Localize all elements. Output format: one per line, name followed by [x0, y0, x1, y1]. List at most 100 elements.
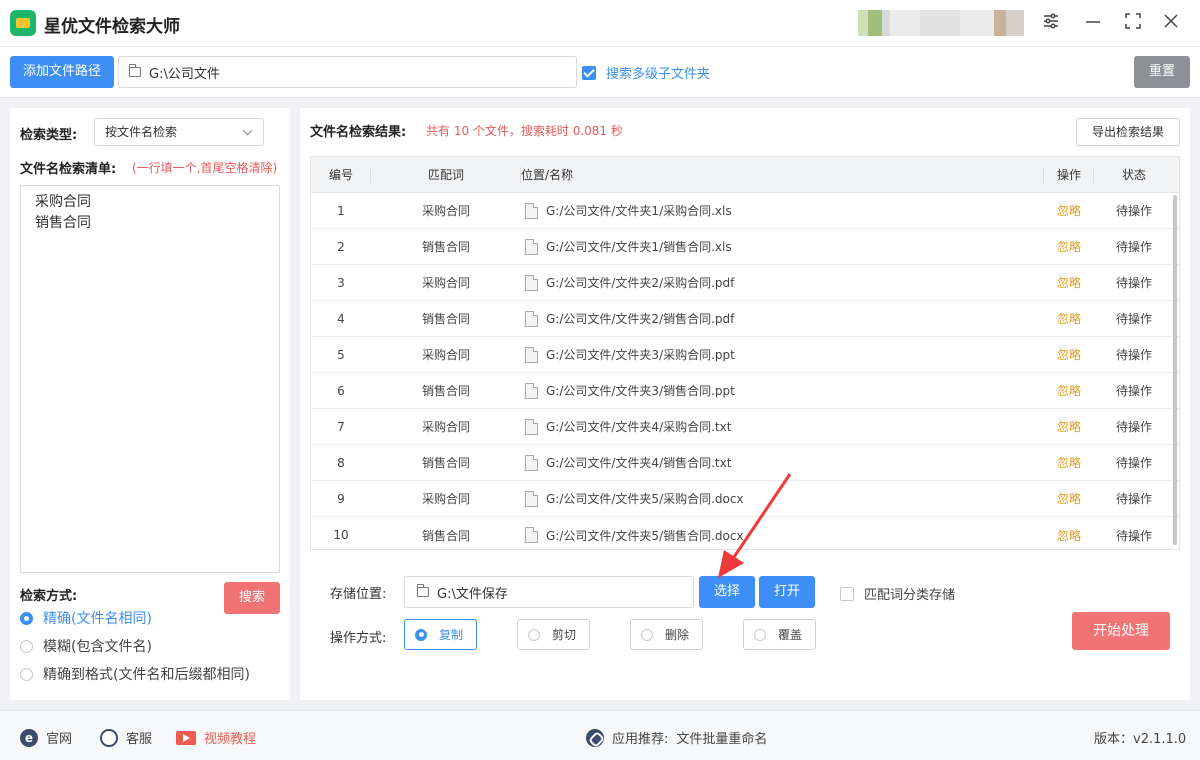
column-header-no[interactable]: 编号 [311, 157, 371, 192]
row-path-cell: G:/公司文件/文件夹3/销售合同.ppt [521, 382, 1044, 399]
row-ignore-link[interactable]: 忽略 [1044, 202, 1094, 219]
choose-folder-button[interactable]: 选择 [699, 576, 755, 608]
user-avatar-blurred[interactable] [858, 10, 1024, 36]
row-path: G:/公司文件/文件夹1/销售合同.xls [546, 240, 732, 254]
op-copy-option[interactable]: 复制 [404, 619, 477, 650]
row-ignore-link[interactable]: 忽略 [1044, 274, 1094, 291]
table-row[interactable]: 7 采购合同 G:/公司文件/文件夹4/采购合同.txt 忽略 待操作 [311, 409, 1179, 445]
row-ignore-link[interactable]: 忽略 [1044, 527, 1094, 544]
table-row[interactable]: 3 采购合同 G:/公司文件/文件夹2/采购合同.pdf 忽略 待操作 [311, 265, 1179, 301]
radio-selected-icon[interactable] [415, 628, 427, 641]
table-row[interactable]: 5 采购合同 G:/公司文件/文件夹3/采购合同.ppt 忽略 待操作 [311, 337, 1179, 373]
table-row[interactable]: 1 采购合同 G:/公司文件/文件夹1/采购合同.xls 忽略 待操作 [311, 193, 1179, 229]
source-path-input[interactable]: G:\公司文件 [118, 56, 577, 88]
subfolder-label[interactable]: 搜索多级子文件夹 [606, 63, 710, 82]
row-ignore-link[interactable]: 忽略 [1044, 346, 1094, 363]
row-ignore-link[interactable]: 忽略 [1044, 454, 1094, 471]
support-link[interactable]: 客服 [100, 728, 152, 747]
row-number: 1 [337, 203, 345, 218]
row-keyword: 采购合同 [421, 420, 470, 434]
radio-icon[interactable] [641, 628, 653, 641]
row-ignore-link[interactable]: 忽略 [1044, 310, 1094, 327]
row-keyword: 采购合同 [421, 492, 470, 506]
column-header-path[interactable]: 位置/名称 [521, 157, 1044, 192]
row-ignore-link[interactable]: 忽略 [1044, 418, 1094, 435]
recommend-app-link[interactable]: 文件批量重命名 [676, 728, 767, 747]
video-tutorial-label[interactable]: 视频教程 [204, 728, 256, 747]
row-ignore-link[interactable]: 忽略 [1044, 238, 1094, 255]
recommend-item: 应用推荐: 文件批量重命名 [586, 728, 767, 747]
classify-checkbox[interactable]: 匹配词分类存储 [840, 584, 955, 603]
row-status: 待操作 [1115, 348, 1152, 362]
radio-icon[interactable] [528, 628, 540, 641]
close-icon[interactable] [1160, 12, 1182, 34]
minimize-icon[interactable] [1082, 12, 1104, 34]
row-ignore-link[interactable]: 忽略 [1044, 382, 1094, 399]
subfolder-checkbox[interactable]: 搜索多级子文件夹 [582, 63, 710, 82]
row-status: 待操作 [1115, 312, 1152, 326]
column-header-op[interactable]: 操作 [1044, 157, 1094, 192]
radio-icon[interactable] [20, 667, 33, 681]
support-label[interactable]: 客服 [126, 728, 152, 747]
search-type-select[interactable]: 按文件名检索 [94, 118, 264, 146]
row-number: 8 [337, 455, 345, 470]
export-results-button[interactable]: 导出检索结果 [1076, 118, 1180, 146]
row-keyword: 采购合同 [421, 276, 470, 290]
table-row[interactable]: 6 销售合同 G:/公司文件/文件夹3/销售合同.ppt 忽略 待操作 [311, 373, 1179, 409]
table-row[interactable]: 10 销售合同 G:/公司文件/文件夹5/销售合同.docx 忽略 待操作 [311, 517, 1179, 549]
open-folder-button[interactable]: 打开 [759, 576, 815, 608]
website-label[interactable]: 官网 [46, 728, 72, 747]
row-keyword: 销售合同 [421, 240, 470, 254]
mode-exact-radio[interactable]: 精确(文件名相同) [20, 608, 152, 628]
website-link[interactable]: e 官网 [20, 728, 72, 747]
link-icon [586, 728, 604, 747]
table-row[interactable]: 2 销售合同 G:/公司文件/文件夹1/销售合同.xls 忽略 待操作 [311, 229, 1179, 265]
op-delete-option[interactable]: 删除 [630, 619, 703, 650]
status-bar: e 官网 客服 视频教程 应用推荐: 文件批量重命名 版本：v2.1.1.0 [0, 710, 1200, 760]
start-process-button[interactable]: 开始处理 [1072, 612, 1170, 650]
reset-button[interactable]: 重置 [1134, 56, 1190, 88]
mode-exact-format-radio[interactable]: 精确到格式(文件名和后缀都相同) [20, 664, 250, 684]
row-keyword: 采购合同 [421, 204, 470, 218]
maximize-icon[interactable] [1122, 12, 1144, 34]
radio-icon[interactable] [20, 639, 33, 653]
table-row[interactable]: 4 销售合同 G:/公司文件/文件夹2/销售合同.pdf 忽略 待操作 [311, 301, 1179, 337]
table-body: 1 采购合同 G:/公司文件/文件夹1/采购合同.xls 忽略 待操作 2 销售合同 G:/公… [311, 193, 1179, 549]
toolbar: 添加文件路径 G:\公司文件 搜索多级子文件夹 重置 [0, 46, 1200, 98]
row-keyword: 销售合同 [421, 312, 470, 326]
search-button[interactable]: 搜索 [224, 582, 280, 614]
row-number: 2 [337, 239, 345, 254]
op-cut-option[interactable]: 剪切 [517, 619, 590, 650]
table-row[interactable]: 9 采购合同 G:/公司文件/文件夹5/采购合同.docx 忽略 待操作 [311, 481, 1179, 517]
table-scrollbar[interactable] [1173, 195, 1177, 545]
column-header-keyword[interactable]: 匹配词 [371, 157, 521, 192]
video-tutorial-link[interactable]: 视频教程 [176, 728, 256, 747]
radio-selected-icon[interactable] [20, 611, 33, 625]
op-cut-label: 剪切 [552, 628, 577, 642]
checkbox-checked-icon[interactable] [582, 65, 596, 80]
row-number: 7 [337, 419, 345, 434]
storage-path-input[interactable]: G:\文件保存 [404, 576, 694, 608]
add-path-button[interactable]: 添加文件路径 [10, 56, 114, 88]
table-row[interactable]: 8 销售合同 G:/公司文件/文件夹4/销售合同.txt 忽略 待操作 [311, 445, 1179, 481]
op-overwrite-option[interactable]: 覆盖 [743, 619, 816, 650]
classify-label[interactable]: 匹配词分类存储 [864, 584, 955, 603]
file-icon [525, 274, 538, 291]
folder-icon [417, 584, 429, 597]
row-number: 10 [333, 528, 349, 542]
file-icon [525, 382, 538, 399]
checkbox-unchecked-icon[interactable] [840, 586, 854, 601]
row-keyword: 销售合同 [421, 528, 470, 543]
row-path-cell: G:/公司文件/文件夹2/销售合同.pdf [521, 310, 1044, 327]
column-header-status[interactable]: 状态 [1094, 157, 1174, 192]
keyword-list-label: 文件名检索清单: [20, 162, 117, 177]
keyword-line: 采购合同 [35, 194, 91, 210]
search-type-label: 检索类型: [20, 128, 78, 143]
keyword-textarea[interactable]: 采购合同 销售合同 [20, 185, 280, 573]
radio-icon[interactable] [754, 628, 766, 641]
settings-sliders-icon[interactable] [1040, 12, 1062, 34]
row-path: G:/公司文件/文件夹1/采购合同.xls [546, 204, 732, 218]
row-path: G:/公司文件/文件夹3/销售合同.ppt [546, 384, 735, 398]
mode-fuzzy-radio[interactable]: 模糊(包含文件名) [20, 636, 152, 656]
row-ignore-link[interactable]: 忽略 [1044, 490, 1094, 507]
